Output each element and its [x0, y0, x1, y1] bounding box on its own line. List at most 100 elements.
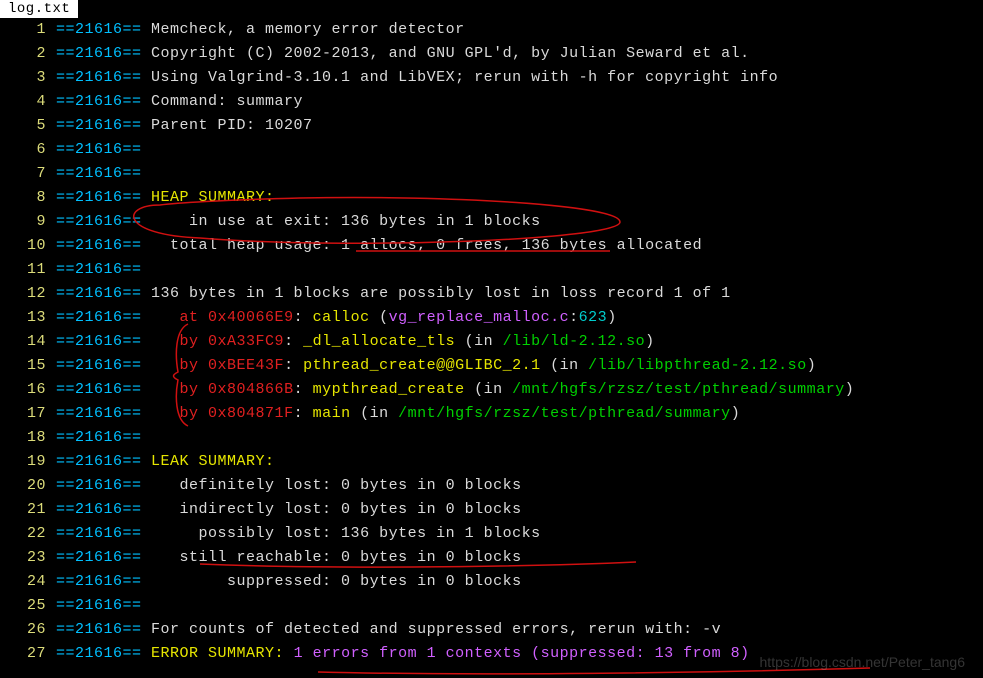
segment: HEAP SUMMARY: [151, 189, 275, 206]
line-content: ==21616== by 0xBEE43F: pthread_create@@G… [56, 354, 816, 378]
segment: main [313, 405, 351, 422]
code-line: 21==21616== indirectly lost: 0 bytes in … [0, 498, 983, 522]
line-number: 8 [0, 186, 56, 210]
line-number: 24 [0, 570, 56, 594]
code-line: 11==21616== [0, 258, 983, 282]
segment: ) [731, 405, 741, 422]
line-number: 5 [0, 114, 56, 138]
line-content: ==21616== Memcheck, a memory error detec… [56, 18, 465, 42]
segment: still reachable: 0 bytes in 0 blocks [151, 549, 522, 566]
code-line: 2==21616== Copyright (C) 2002-2013, and … [0, 42, 983, 66]
pid-prefix: ==21616== [56, 69, 142, 86]
segment: /mnt/hgfs/rzsz/test/pthread/summary [512, 381, 845, 398]
segment: : [284, 357, 303, 374]
code-line: 24==21616== suppressed: 0 bytes in 0 blo… [0, 570, 983, 594]
line-number: 12 [0, 282, 56, 306]
editor-content[interactable]: 1==21616== Memcheck, a memory error dete… [0, 18, 983, 666]
segment: /lib/libpthread-2.12.so [588, 357, 807, 374]
segment [151, 357, 180, 374]
line-number: 9 [0, 210, 56, 234]
code-line: 23==21616== still reachable: 0 bytes in … [0, 546, 983, 570]
line-content: ==21616== total heap usage: 1 allocs, 0 … [56, 234, 702, 258]
line-content: ==21616== [56, 594, 142, 618]
pid-prefix: ==21616== [56, 453, 142, 470]
code-line: 22==21616== possibly lost: 136 bytes in … [0, 522, 983, 546]
line-number: 3 [0, 66, 56, 90]
line-content: ==21616== by 0x804866B: mypthread_create… [56, 378, 854, 402]
line-number: 1 [0, 18, 56, 42]
segment: (in [465, 381, 513, 398]
segment: Parent PID: 10207 [151, 117, 313, 134]
segment: by 0xA33FC9 [180, 333, 285, 350]
segment: : [294, 381, 313, 398]
line-content: ==21616== [56, 138, 142, 162]
line-number: 11 [0, 258, 56, 282]
code-line: 12==21616== 136 bytes in 1 blocks are po… [0, 282, 983, 306]
segment: by 0x804871F [180, 405, 294, 422]
line-number: 7 [0, 162, 56, 186]
line-number: 18 [0, 426, 56, 450]
code-line: 4==21616== Command: summary [0, 90, 983, 114]
segment: suppressed: 0 bytes in 0 blocks [151, 573, 522, 590]
segment [151, 381, 180, 398]
code-line: 18==21616== [0, 426, 983, 450]
pid-prefix: ==21616== [56, 261, 142, 278]
segment: pthread_create@@GLIBC_2.1 [303, 357, 541, 374]
pid-prefix: ==21616== [56, 597, 142, 614]
line-number: 4 [0, 90, 56, 114]
line-number: 10 [0, 234, 56, 258]
line-content: ==21616== [56, 426, 142, 450]
line-content: ==21616== For counts of detected and sup… [56, 618, 721, 642]
code-line: 17==21616== by 0x804871F: main (in /mnt/… [0, 402, 983, 426]
segment: _dl_allocate_tls [303, 333, 455, 350]
segment: (in [455, 333, 503, 350]
pid-prefix: ==21616== [56, 117, 142, 134]
segment: 136 bytes in 1 blocks are possibly lost … [151, 285, 731, 302]
segment: calloc [313, 309, 370, 326]
segment: 623 [579, 309, 608, 326]
code-line: 7==21616== [0, 162, 983, 186]
segment: by 0xBEE43F [180, 357, 285, 374]
code-line: 27==21616== ERROR SUMMARY: 1 errors from… [0, 642, 983, 666]
line-content: ==21616== still reachable: 0 bytes in 0 … [56, 546, 522, 570]
pid-prefix: ==21616== [56, 141, 142, 158]
segment: : [294, 309, 313, 326]
code-line: 25==21616== [0, 594, 983, 618]
segment: : [284, 333, 303, 350]
line-content: ==21616== by 0xA33FC9: _dl_allocate_tls … [56, 330, 655, 354]
file-tab[interactable]: log.txt [0, 0, 78, 18]
code-line: 15==21616== by 0xBEE43F: pthread_create@… [0, 354, 983, 378]
pid-prefix: ==21616== [56, 381, 142, 398]
line-content: ==21616== indirectly lost: 0 bytes in 0 … [56, 498, 522, 522]
code-line: 8==21616== HEAP SUMMARY: [0, 186, 983, 210]
segment: For counts of detected and suppressed er… [151, 621, 721, 638]
segment: ERROR SUMMARY: [151, 645, 294, 662]
line-content: ==21616== Using Valgrind-3.10.1 and LibV… [56, 66, 778, 90]
pid-prefix: ==21616== [56, 621, 142, 638]
pid-prefix: ==21616== [56, 237, 142, 254]
line-number: 6 [0, 138, 56, 162]
line-number: 21 [0, 498, 56, 522]
line-content: ==21616== 136 bytes in 1 blocks are poss… [56, 282, 731, 306]
pid-prefix: ==21616== [56, 549, 142, 566]
segment: vg_replace_malloc.c [389, 309, 570, 326]
segment: ) [807, 357, 817, 374]
segment: (in [351, 405, 399, 422]
line-number: 15 [0, 354, 56, 378]
code-line: 19==21616== LEAK SUMMARY: [0, 450, 983, 474]
line-number: 23 [0, 546, 56, 570]
pid-prefix: ==21616== [56, 477, 142, 494]
segment: total heap usage: 1 allocs, 0 frees, 136… [151, 237, 702, 254]
segment: in use at exit: 136 bytes in 1 blocks [151, 213, 541, 230]
file-tab-label: log.txt [8, 1, 70, 17]
segment: ( [370, 309, 389, 326]
line-content: ==21616== at 0x40066E9: calloc (vg_repla… [56, 306, 617, 330]
code-line: 3==21616== Using Valgrind-3.10.1 and Lib… [0, 66, 983, 90]
line-number: 13 [0, 306, 56, 330]
code-line: 10==21616== total heap usage: 1 allocs, … [0, 234, 983, 258]
line-number: 16 [0, 378, 56, 402]
code-line: 9==21616== in use at exit: 136 bytes in … [0, 210, 983, 234]
pid-prefix: ==21616== [56, 429, 142, 446]
pid-prefix: ==21616== [56, 501, 142, 518]
code-line: 26==21616== For counts of detected and s… [0, 618, 983, 642]
